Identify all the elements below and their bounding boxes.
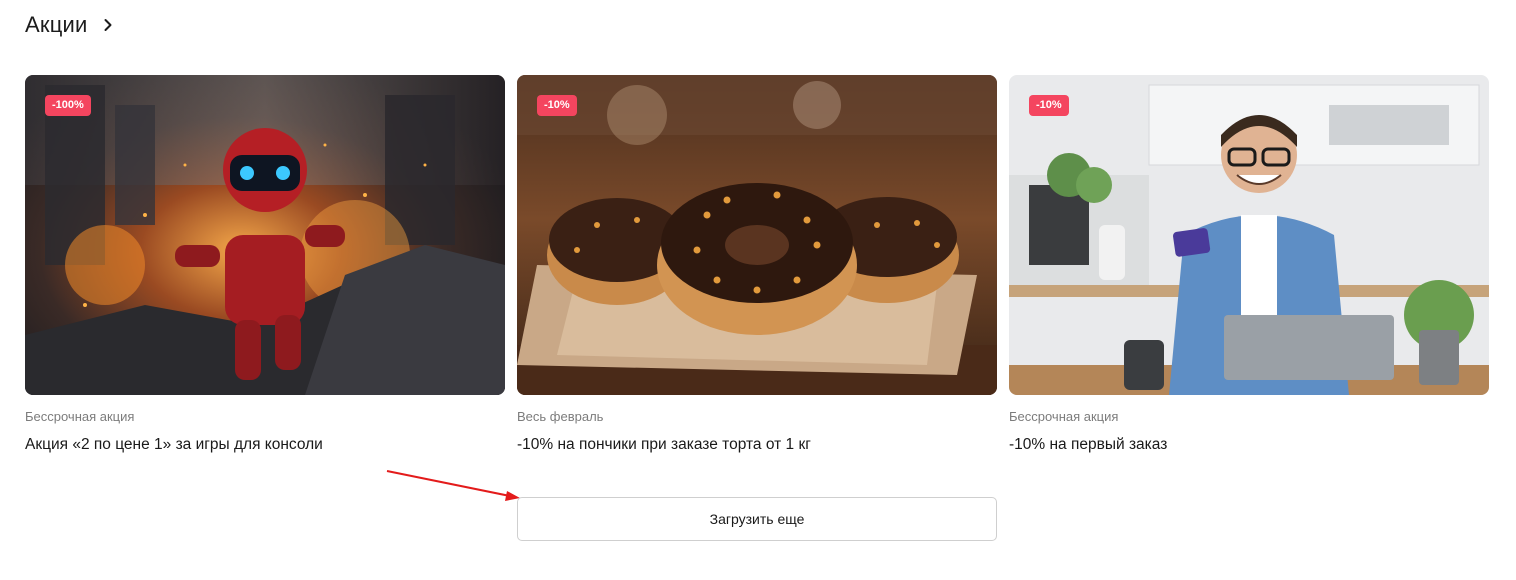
discount-badge: -100% (45, 95, 91, 116)
promo-card-list: -100% Бессрочная акция Акция «2 по цене … (25, 75, 1489, 454)
promo-title[interactable]: -10% на первый заказ (1009, 436, 1489, 454)
promo-duration: Бессрочная акция (1009, 409, 1119, 424)
promo-duration: Весь февраль (517, 409, 604, 424)
promo-image-man-with-card: -10% (1009, 75, 1489, 395)
promo-image-donuts: -10% (517, 75, 997, 395)
annotation-arrow-icon (386, 470, 520, 501)
load-more-button[interactable]: Загрузить еще (517, 497, 997, 541)
promo-card[interactable]: -100% Бессрочная акция Акция «2 по цене … (25, 75, 505, 454)
chevron-right-icon (101, 18, 115, 32)
promo-title[interactable]: -10% на пончики при заказе торта от 1 кг (517, 436, 997, 454)
promo-image-robot: -100% (25, 75, 505, 395)
discount-badge: -10% (537, 95, 577, 116)
section-header-link[interactable]: Акции (25, 12, 115, 38)
promotions-page: Акции -100% Бессрочная акция Акция «2 по… (0, 0, 1516, 580)
promo-card[interactable]: -10% Бессрочная акция -10% на первый зак… (1009, 75, 1489, 454)
promo-title[interactable]: Акция «2 по цене 1» за игры для консоли (25, 436, 505, 454)
section-title: Акции (25, 12, 88, 37)
discount-badge: -10% (1029, 95, 1069, 116)
promo-card[interactable]: -10% Весь февраль -10% на пончики при за… (517, 75, 997, 454)
promo-duration: Бессрочная акция (25, 409, 135, 424)
